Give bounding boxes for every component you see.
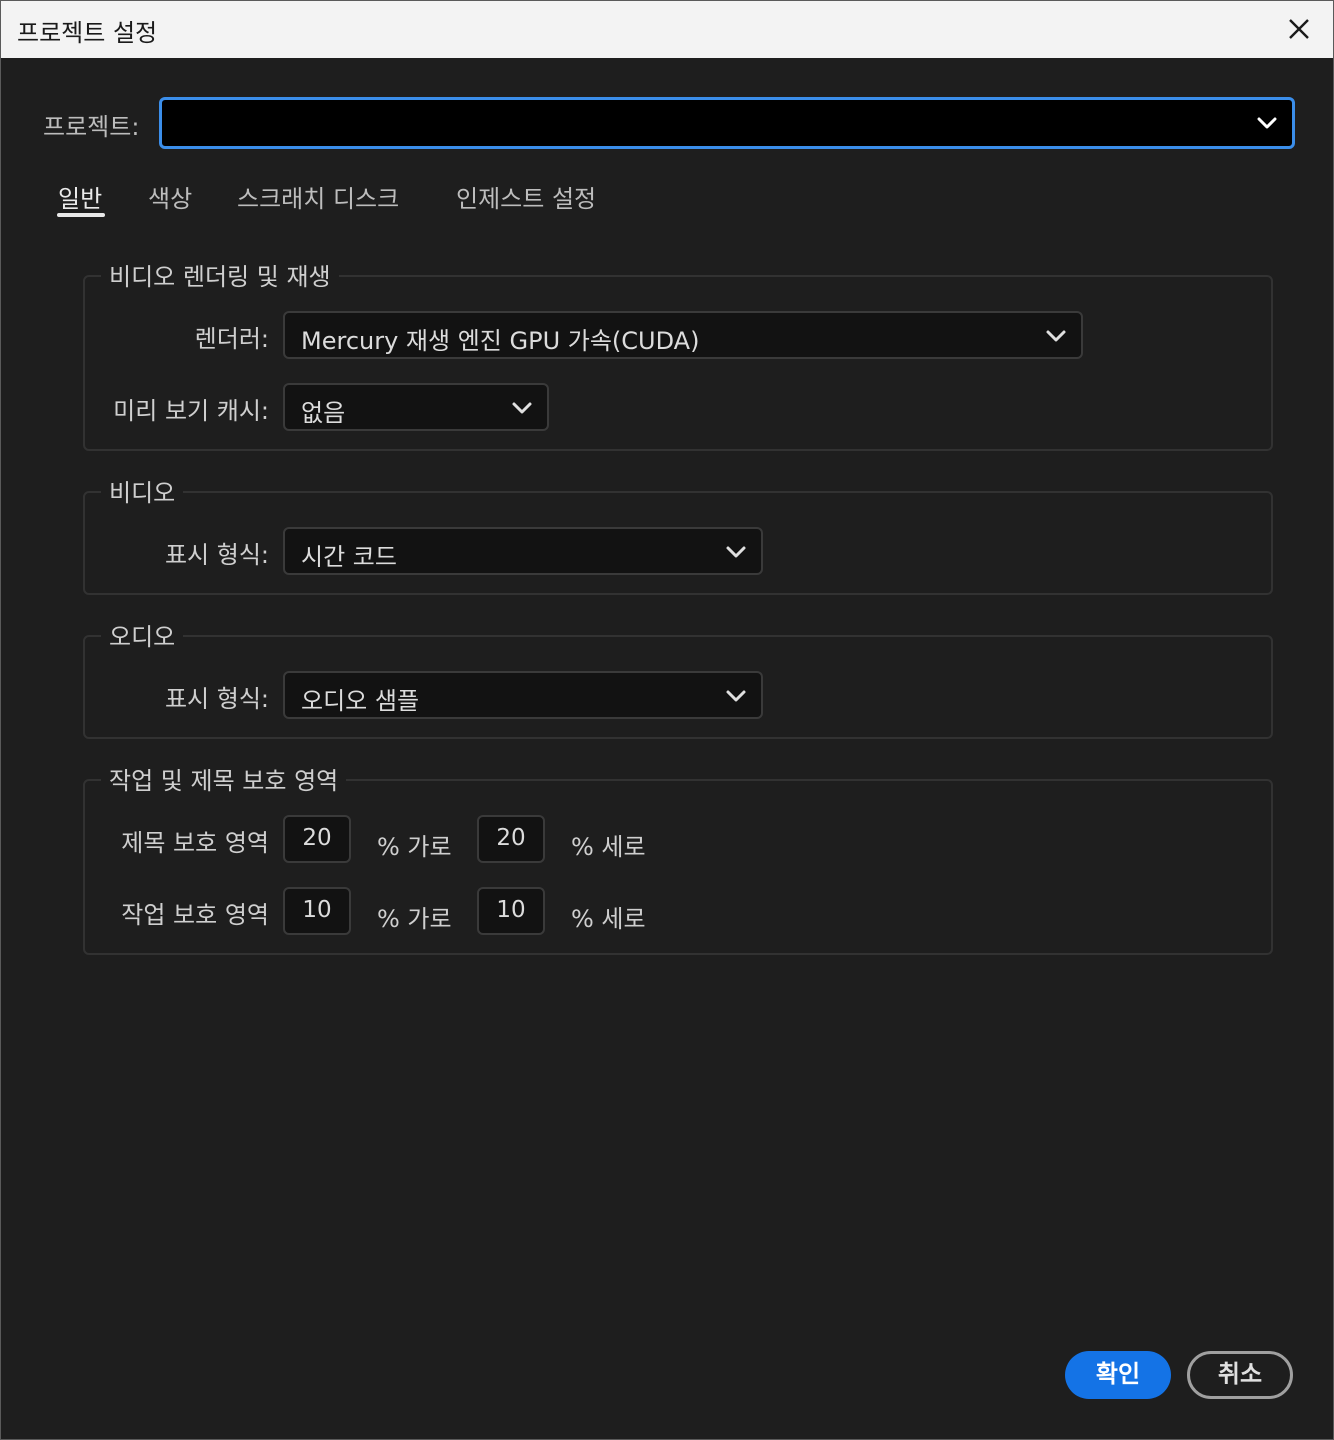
action-safe-horizontal-unit: % 가로	[377, 905, 452, 933]
close-icon[interactable]	[1283, 13, 1315, 45]
action-safe-vertical-input[interactable]: 10	[477, 887, 545, 935]
project-label: 프로젝트:	[43, 113, 140, 141]
chevron-down-icon	[726, 690, 746, 702]
renderer-dropdown[interactable]: Mercury 재생 엔진 GPU 가속(CUDA)	[283, 311, 1083, 359]
chevron-down-icon	[726, 546, 746, 558]
title-safe-horizontal-unit: % 가로	[377, 833, 452, 861]
rendering-playback-legend: 비디오 렌더링 및 재생	[101, 257, 339, 292]
video-display-format-value: 시간 코드	[301, 543, 397, 571]
dialog-title: 프로젝트 설정	[17, 19, 158, 47]
ok-button[interactable]: 확인	[1065, 1351, 1171, 1399]
safe-margins-legend: 작업 및 제목 보호 영역	[101, 761, 347, 796]
project-dropdown[interactable]	[159, 97, 1295, 149]
project-settings-dialog: 프로젝트 설정 프로젝트: 일반 색상 스크래치 디스크 인제스트 설정 비디오…	[0, 0, 1334, 1440]
preview-cache-label: 미리 보기 캐시:	[113, 397, 269, 425]
video-legend: 비디오	[101, 473, 184, 508]
title-safe-vertical-unit: % 세로	[571, 833, 646, 861]
preview-cache-value: 없음	[301, 399, 346, 427]
chevron-down-icon	[512, 402, 532, 414]
tab-scratch-disks[interactable]: 스크래치 디스크	[237, 179, 399, 214]
renderer-label: 렌더러:	[194, 325, 269, 353]
audio-legend: 오디오	[101, 617, 184, 652]
tab-general[interactable]: 일반	[58, 179, 102, 214]
action-safe-label: 작업 보호 영역	[121, 901, 269, 929]
title-safe-label: 제목 보호 영역	[121, 829, 269, 857]
tab-color[interactable]: 색상	[148, 179, 192, 214]
action-safe-vertical-unit: % 세로	[571, 905, 646, 933]
chevron-down-icon	[1046, 330, 1066, 342]
title-safe-vertical-input[interactable]: 20	[477, 815, 545, 863]
audio-display-format-value: 오디오 샘플	[301, 687, 420, 715]
active-tab-indicator	[57, 213, 105, 217]
renderer-value: Mercury 재생 엔진 GPU 가속(CUDA)	[301, 327, 700, 355]
preview-cache-dropdown[interactable]: 없음	[283, 383, 549, 431]
video-display-format-dropdown[interactable]: 시간 코드	[283, 527, 763, 575]
action-safe-horizontal-input[interactable]: 10	[283, 887, 351, 935]
video-display-format-label: 표시 형식:	[164, 541, 269, 569]
audio-display-format-dropdown[interactable]: 오디오 샘플	[283, 671, 763, 719]
title-bar: 프로젝트 설정	[1, 1, 1333, 58]
audio-display-format-label: 표시 형식:	[164, 685, 269, 713]
tab-ingest-settings[interactable]: 인제스트 설정	[456, 179, 596, 214]
chevron-down-icon	[1257, 117, 1277, 129]
title-safe-horizontal-input[interactable]: 20	[283, 815, 351, 863]
cancel-button[interactable]: 취소	[1187, 1351, 1293, 1399]
